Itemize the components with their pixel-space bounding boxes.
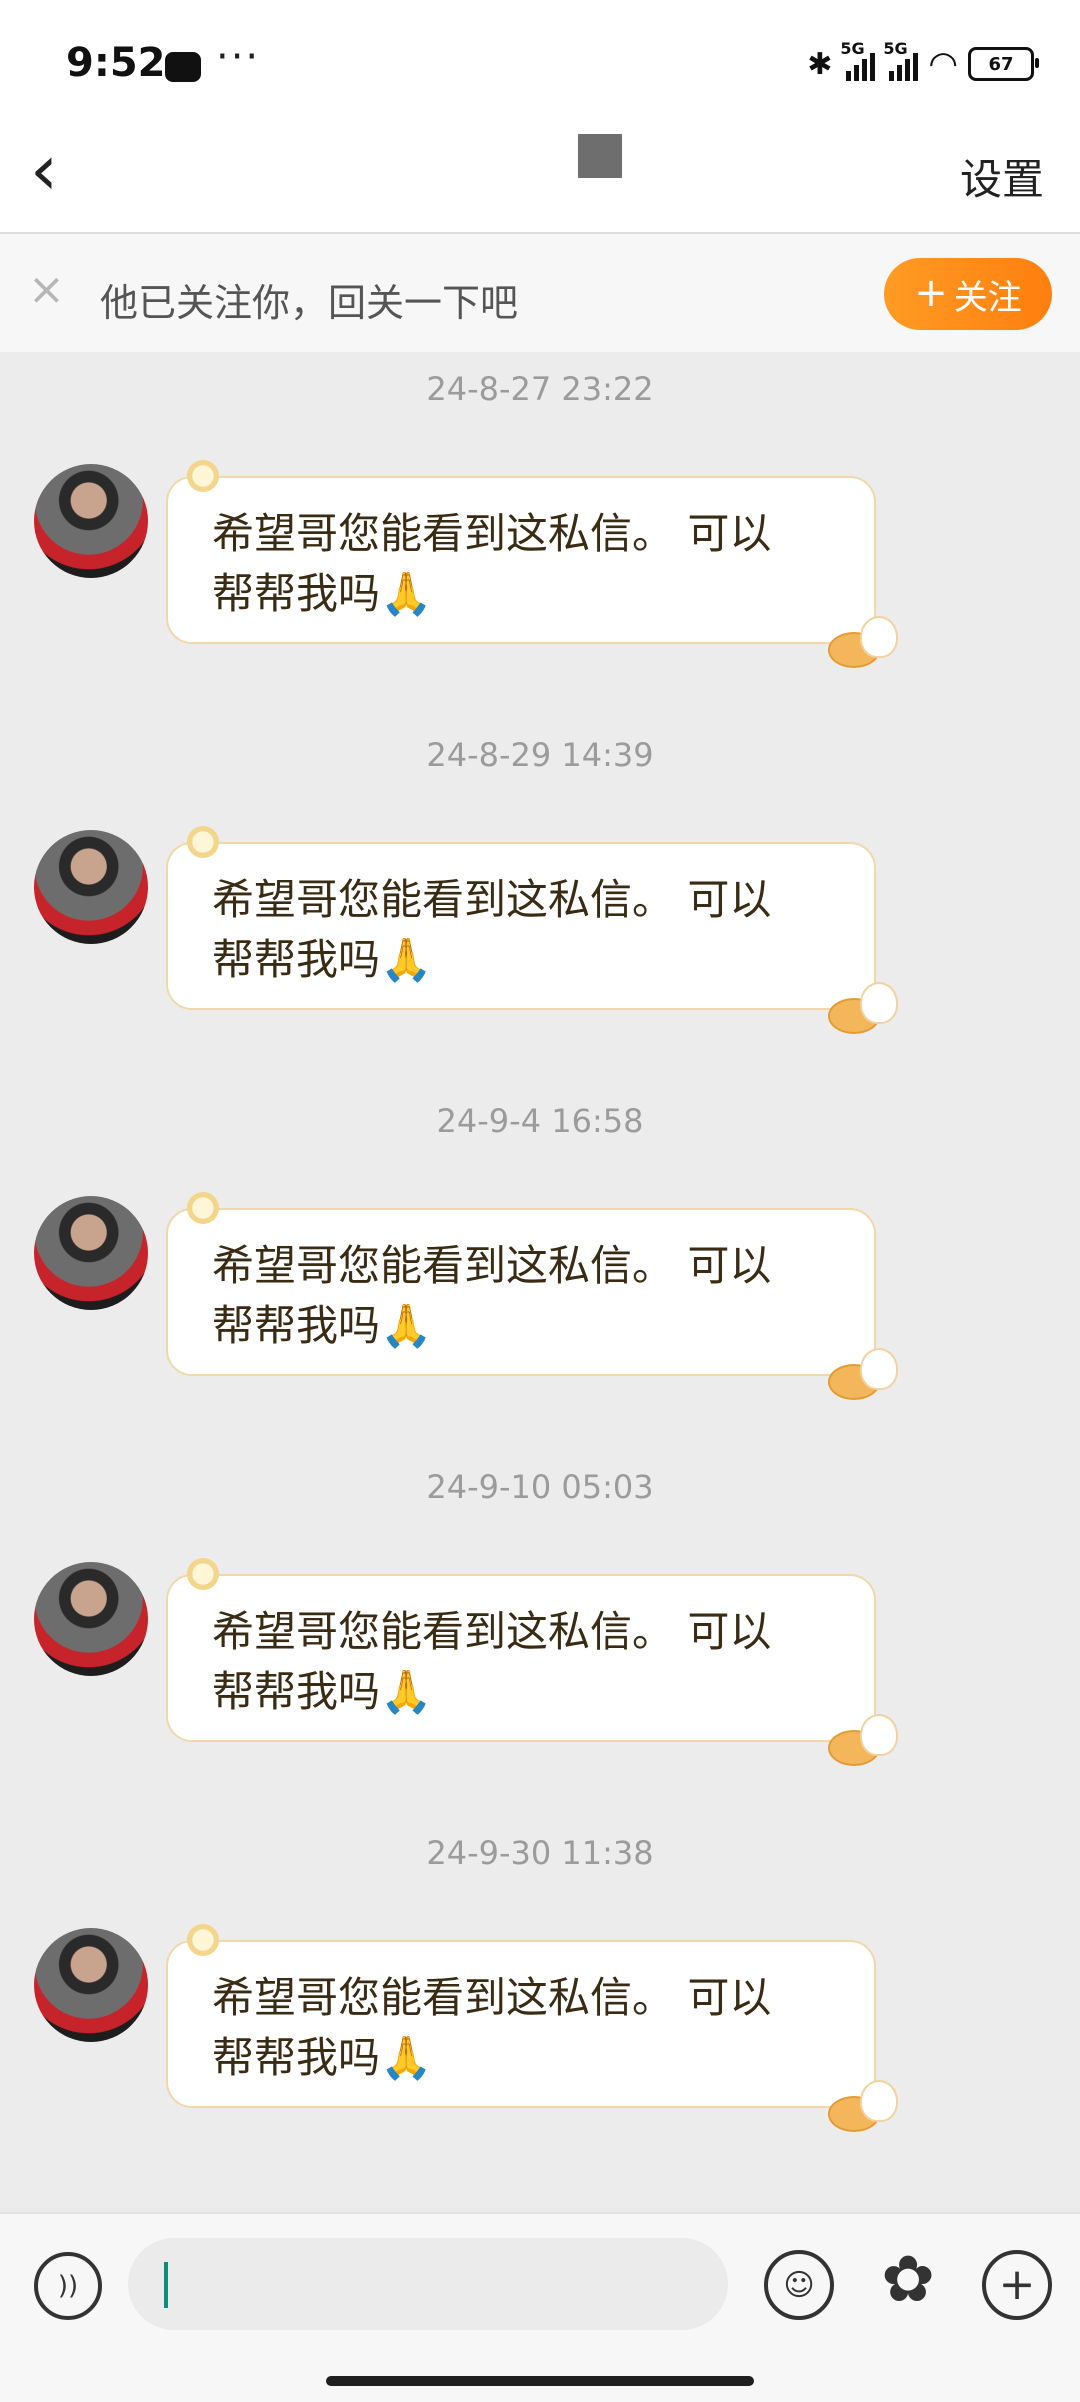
mooncake-bunny-icon	[828, 2068, 900, 2132]
status-time: 9:52	[66, 40, 166, 86]
mooncake-bunny-icon	[828, 1336, 900, 1400]
app-notification-icon	[165, 52, 201, 82]
plus-icon[interactable]: +	[982, 2250, 1052, 2320]
battery-level: 67	[988, 53, 1014, 75]
cloud-decoration-icon	[182, 460, 224, 492]
close-icon[interactable]: ×	[28, 264, 65, 315]
message-text: 希望哥您能看到这私信。 可以帮帮我吗🙏	[212, 509, 772, 618]
message-bubble[interactable]: 希望哥您能看到这私信。 可以帮帮我吗🙏	[166, 1558, 898, 1766]
mooncake-bunny-icon	[828, 604, 900, 668]
settings-button[interactable]: 设置	[960, 146, 1044, 207]
message-timestamp: 24-8-27 23:22	[426, 370, 654, 408]
message-bubble[interactable]: 希望哥您能看到这私信。 可以帮帮我吗🙏	[166, 1192, 898, 1400]
wifi-icon: ◠	[928, 44, 958, 84]
cell-signal-icon: 5G	[840, 39, 876, 81]
battery-icon: 67	[968, 47, 1039, 81]
avatar[interactable]	[34, 1196, 148, 1310]
avatar[interactable]	[34, 464, 148, 578]
follow-back-text: 他已关注你，回关一下吧	[100, 281, 519, 325]
cloud-decoration-icon	[182, 1924, 224, 1956]
voice-icon[interactable]: ))	[34, 2252, 102, 2320]
chat-message-list[interactable]: 24-8-27 23:22 希望哥您能看到这私信。 可以帮帮我吗🙏 24-8-2…	[0, 352, 1080, 2212]
avatar[interactable]	[34, 830, 148, 944]
follow-back-banner: × 他已关注你，回关一下吧 + 关注	[0, 234, 1080, 352]
status-bar: 9:52 ··· ✱ 5G 5G ◠ 67	[0, 0, 1080, 120]
home-indicator[interactable]	[326, 2376, 754, 2386]
status-icons: ✱ 5G 5G ◠ 67	[807, 39, 1039, 84]
emoji-icon[interactable]: ☺	[764, 2250, 834, 2320]
mooncake-bunny-icon	[828, 970, 900, 1034]
message-text: 希望哥您能看到这私信。 可以帮帮我吗🙏	[212, 875, 772, 984]
follow-button[interactable]: + 关注	[884, 258, 1052, 330]
cloud-decoration-icon	[182, 1558, 224, 1590]
cloud-decoration-icon	[182, 1192, 224, 1224]
message-timestamp: 24-8-29 14:39	[426, 736, 654, 774]
message-input-bar: )) ☺ ✿ +	[0, 2212, 1080, 2402]
bluetooth-icon: ✱	[807, 46, 833, 82]
message-timestamp: 24-9-30 11:38	[426, 1834, 654, 1872]
follow-button-label: 关注	[953, 277, 1022, 318]
mooncake-bunny-icon	[828, 1702, 900, 1766]
message-timestamp: 24-9-4 16:58	[436, 1102, 644, 1140]
conversation-title-redacted	[578, 134, 622, 178]
message-input[interactable]	[128, 2238, 728, 2330]
message-bubble[interactable]: 希望哥您能看到这私信。 可以帮帮我吗🙏	[166, 826, 898, 1034]
cell-signal-icon-2: 5G	[883, 39, 919, 81]
back-button[interactable]: ‹	[30, 135, 90, 210]
sticker-icon[interactable]: ✿	[872, 2243, 944, 2317]
nav-bar: ‹ 设置	[0, 120, 1080, 234]
plus-icon: +	[914, 270, 948, 316]
message-bubble[interactable]: 希望哥您能看到这私信。 可以帮帮我吗🙏	[166, 1924, 898, 2132]
message-text: 希望哥您能看到这私信。 可以帮帮我吗🙏	[212, 1607, 772, 1716]
network-type-label-2: 5G	[883, 39, 908, 58]
cloud-decoration-icon	[182, 826, 224, 858]
network-type-label: 5G	[840, 39, 865, 58]
message-bubble[interactable]: 希望哥您能看到这私信。 可以帮帮我吗🙏	[166, 460, 898, 668]
message-timestamp: 24-9-10 05:03	[426, 1468, 654, 1506]
avatar[interactable]	[34, 1928, 148, 2042]
text-caret	[164, 2262, 168, 2308]
message-text: 希望哥您能看到这私信。 可以帮帮我吗🙏	[212, 1973, 772, 2082]
message-text: 希望哥您能看到这私信。 可以帮帮我吗🙏	[212, 1241, 772, 1350]
avatar[interactable]	[34, 1562, 148, 1676]
more-notifications-indicator: ···	[216, 34, 261, 80]
